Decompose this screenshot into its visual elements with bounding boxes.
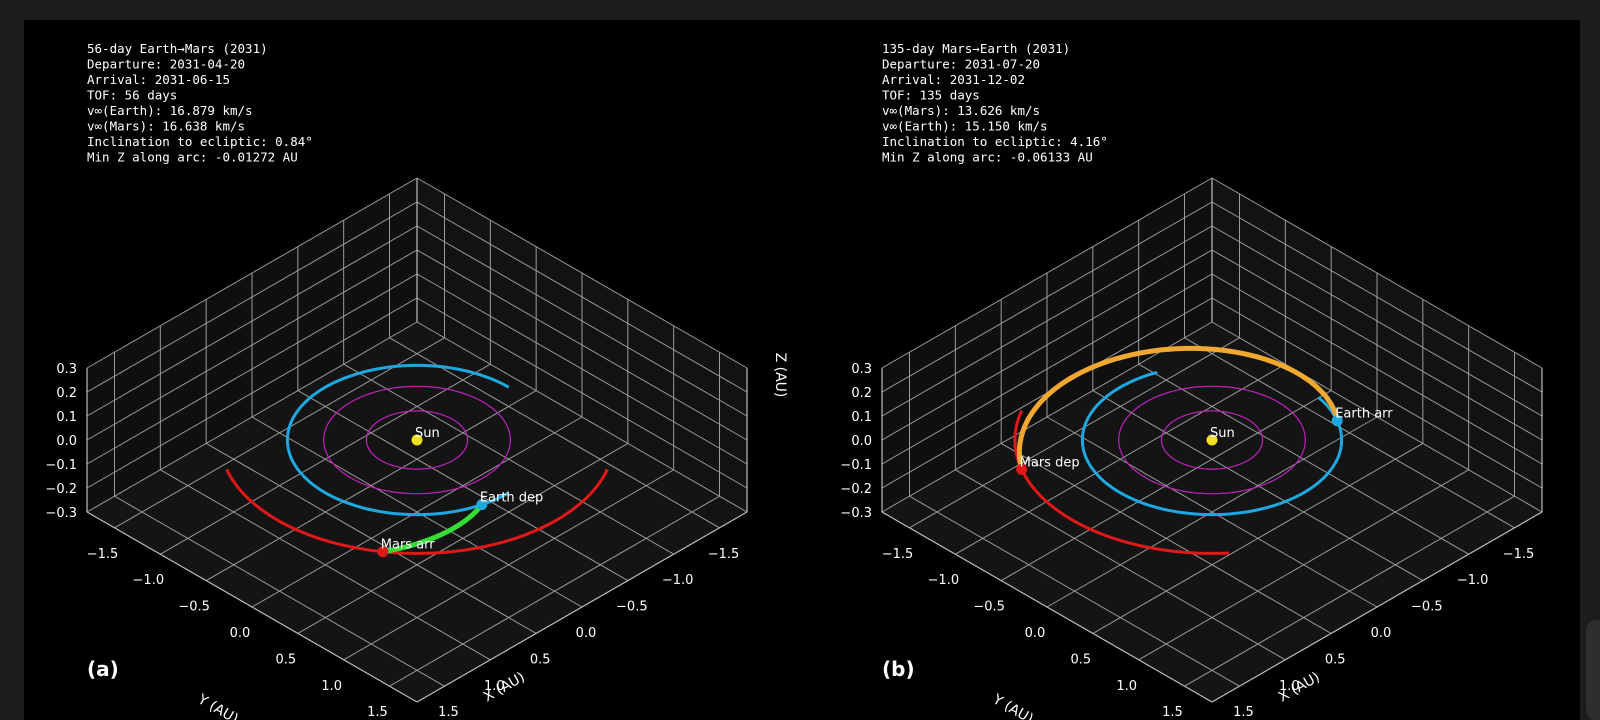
figure: 0.3 0.2 0.1 0.0 −0.1 −0.2 −0.3 −1.5 −1.0 −0.5 0.0 0… (24, 20, 1580, 720)
mars-arr-label: Mars arr (381, 538, 436, 553)
z-tick-label: 0.0 (56, 434, 77, 449)
x-tick-label: 1.5 (1233, 705, 1254, 720)
Sun-label: Sun (1210, 426, 1235, 441)
x-tick-label: 1.5 (438, 705, 459, 720)
info-line: Departure: 2031-07-20 (882, 57, 1040, 72)
x-tick-label: 0.5 (1325, 652, 1346, 667)
x-tick-label: 0.0 (576, 626, 597, 641)
info-line: v∞(Mars): 13.626 km/s (882, 103, 1040, 118)
z-tick-label: 0.2 (56, 386, 77, 401)
y-tick-label: 1.5 (1162, 705, 1183, 720)
info-line: Arrival: 2031-06-15 (87, 72, 230, 87)
earth-dep-label: Earth dep (480, 491, 544, 506)
info-text: 135-day Mars→Earth (2031) Departure: 2031… (882, 41, 1108, 165)
info-line: v∞(Mars): 16.638 km/s (87, 119, 245, 134)
x-axis-label: X (AU) (481, 669, 528, 705)
y-axis-label: Y (AU) (989, 691, 1036, 720)
z-tick-label: −0.3 (840, 506, 872, 521)
info-line: v∞(Earth): 15.150 km/s (882, 119, 1048, 134)
plot-panel-2: 0.3 0.2 0.1 0.0 −0.1 −0.2 −0.3 −1.5 −1.0 −0.5 0.0 0… (840, 41, 1543, 720)
x-tick-label: −1.0 (662, 573, 694, 588)
z-tick-label: −0.2 (840, 482, 872, 497)
z-tick-label: 0.0 (851, 434, 872, 449)
x-tick-label: −0.5 (1411, 600, 1443, 615)
y-tick-label: 1.5 (367, 705, 388, 720)
x-tick-label: −0.5 (616, 600, 648, 615)
y-tick-label: 1.0 (1116, 679, 1137, 694)
y-tick-label: 0.5 (275, 652, 296, 667)
z-tick-label: 0.3 (851, 362, 872, 377)
info-line: Inclination to ecliptic: 4.16° (882, 134, 1108, 149)
z-tick-label: −0.3 (45, 506, 77, 521)
info-line: Min Z along arc: -0.01272 AU (87, 150, 298, 165)
info-line: TOF: 56 days (87, 88, 177, 103)
z-tick-label: −0.2 (45, 482, 77, 497)
info-text: 56-day Earth→Mars (2031) Departure: 2031-… (87, 41, 313, 165)
y-tick-label: −1.5 (87, 547, 119, 562)
info-line: v∞(Earth): 16.879 km/s (87, 103, 253, 118)
info-line: Min Z along arc: -0.06133 AU (882, 150, 1093, 165)
x-axis-label: X (AU) (1276, 669, 1323, 705)
z-tick-label: 0.1 (851, 410, 872, 425)
y-tick-label: 1.0 (321, 679, 342, 694)
info-line: 56-day Earth→Mars (2031) (87, 41, 268, 56)
x-tick-label: −1.5 (1503, 547, 1535, 562)
info-line: Inclination to ecliptic: 0.84° (87, 134, 313, 149)
y-tick-label: 0.0 (1025, 626, 1046, 641)
y-tick-label: −1.0 (133, 573, 165, 588)
z-tick-label: 0.1 (56, 410, 77, 425)
x-tick-label: −1.5 (708, 547, 740, 562)
earth-arr-label: Earth arr (1335, 407, 1393, 422)
y-axis-label: Y (AU) (194, 691, 241, 720)
scroll-handle[interactable] (1586, 620, 1600, 720)
info-line: TOF: 135 days (882, 88, 980, 103)
panel-label: (a) (87, 657, 119, 681)
y-tick-label: −1.5 (882, 547, 914, 562)
z-tick-label: 0.2 (851, 386, 872, 401)
z-tick-label: −0.1 (45, 458, 77, 473)
y-tick-label: −0.5 (178, 600, 210, 615)
figure-canvas: 0.3 0.2 0.1 0.0 −0.1 −0.2 −0.3 −1.5 −1.0 −0.5 0.0 0… (45, 41, 1543, 720)
z-tick-label: 0.3 (56, 362, 77, 377)
y-tick-label: 0.0 (230, 626, 251, 641)
y-tick-label: −0.5 (973, 600, 1005, 615)
y-tick-label: −1.0 (928, 573, 960, 588)
info-line: 135-day Mars→Earth (2031) (882, 41, 1070, 56)
plot-panel-1: 0.3 0.2 0.1 0.0 −0.1 −0.2 −0.3 −1.5 −1.0 −0.5 0.0 0… (45, 41, 788, 720)
x-tick-label: 0.5 (530, 652, 551, 667)
Sun-label: Sun (415, 426, 440, 441)
info-line: Arrival: 2031-12-02 (882, 72, 1025, 87)
mars-dep-label: Mars dep (1020, 455, 1080, 470)
x-tick-label: 0.0 (1371, 626, 1392, 641)
panel-label: (b) (882, 657, 915, 681)
y-tick-label: 0.5 (1070, 652, 1091, 667)
x-tick-label: −1.0 (1457, 573, 1489, 588)
z-tick-label: −0.1 (840, 458, 872, 473)
z-axis-label: Z (AU) (772, 353, 788, 398)
info-line: Departure: 2031-04-20 (87, 57, 245, 72)
